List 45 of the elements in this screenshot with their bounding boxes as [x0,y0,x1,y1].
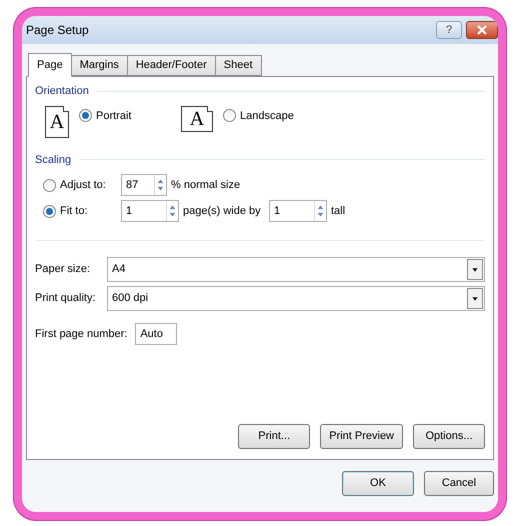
radio-button[interactable] [43,204,56,218]
dropdown-field[interactable]: A4 [107,257,485,282]
radio-label: Fit to: [60,204,88,219]
tab[interactable]: Margins [72,55,128,76]
window-title: Page Setup [26,22,89,39]
spin-field[interactable]: 1 [121,200,179,222]
spinner-arrows-icon[interactable] [166,201,178,221]
input-field[interactable]: Auto [135,323,178,345]
radio-button[interactable] [43,178,56,192]
dropdown-value: A4 [111,262,126,278]
field-suffix: tall [331,204,346,219]
close-button[interactable] [466,21,498,39]
radio-button[interactable] [79,109,92,122]
dropdown-value: 600 dpi [111,291,150,306]
radio-label: Adjust to: [60,178,106,193]
tab[interactable]: Sheet [216,55,262,76]
dialog-button[interactable]: Cancel [424,471,494,496]
tab[interactable]: Header/Footer [128,55,216,76]
radio-button[interactable] [223,109,236,122]
dialog-button[interactable]: Print... [238,424,310,449]
field-suffix: % normal size [171,178,240,193]
dropdown-field[interactable]: 600 dpi [107,286,485,311]
help-button[interactable]: ? [436,21,462,39]
close-icon [477,25,487,35]
field-label: Print quality: [35,291,97,306]
spinner-arrows-icon[interactable] [154,175,166,195]
dialog-button[interactable]: Options... [413,424,485,449]
tab[interactable]: Page [28,53,72,77]
dialog-button[interactable]: Print Preview [320,424,403,449]
spinner-arrows-icon[interactable] [314,201,326,221]
spin-value: 1 [273,204,282,219]
field-label: First page number: [35,326,128,342]
radio-label: Portrait [96,108,132,124]
page-icon: A [45,106,69,138]
dialog-button[interactable]: OK [342,471,414,496]
spin-value: 87 [125,178,140,193]
field-label: Paper size: [35,262,92,278]
spin-field[interactable]: 1 [269,200,327,222]
spin-field[interactable]: 87 [121,174,167,196]
group-title: Scaling [35,152,72,168]
page-icon: A [181,106,213,132]
group-title: Orientation [35,84,89,99]
spin-value: 1 [125,204,134,219]
field-suffix: page(s) wide by [183,204,262,219]
radio-label: Landscape [240,108,294,124]
